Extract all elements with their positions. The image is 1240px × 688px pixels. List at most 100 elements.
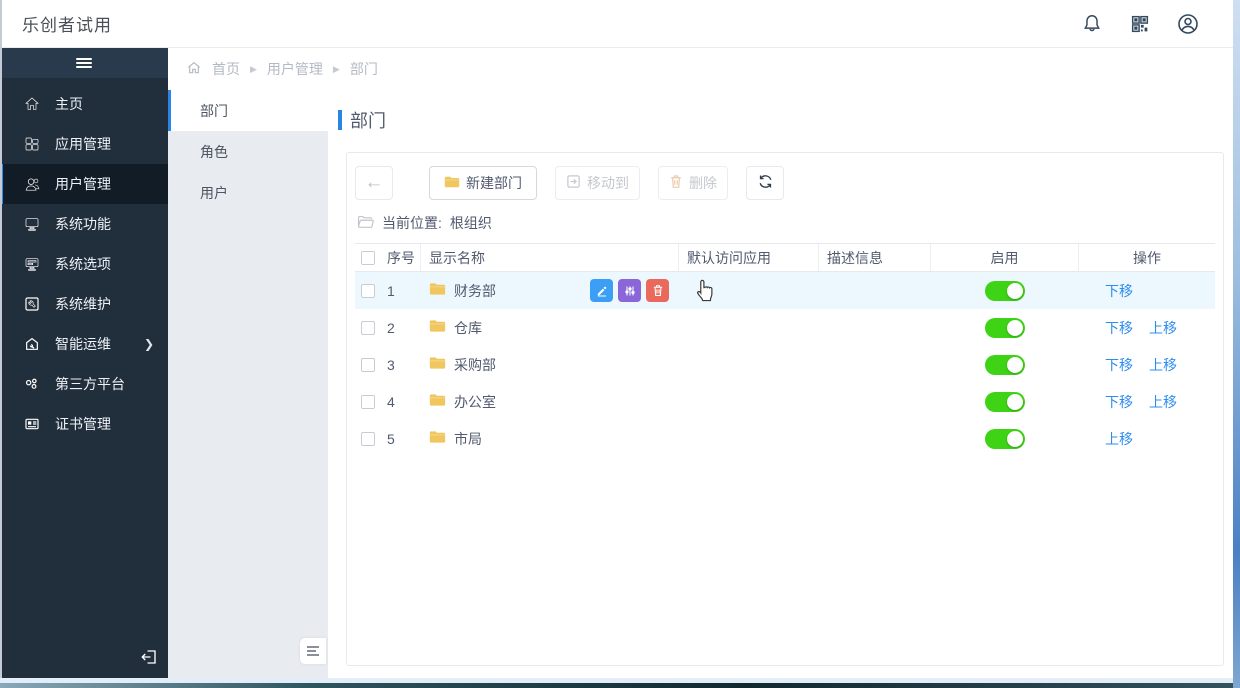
move-up-link[interactable]: 上移 (1149, 355, 1177, 375)
edit-button[interactable] (590, 279, 613, 302)
breadcrumb-home-icon[interactable] (186, 60, 202, 79)
table-row[interactable]: 2 仓库 下移 上移 (355, 309, 1215, 346)
folder-icon (429, 430, 446, 447)
sidebar-item-label: 用户管理 (55, 176, 111, 192)
sidebar-menu: 主页 应用管理 用户管理 系统功能 系统选项 系统维护 智能运维 ❯ 第三方平台… (0, 84, 168, 444)
sidebar-collapse-button[interactable] (0, 48, 168, 78)
sidebar-item-label: 第三方平台 (55, 376, 125, 392)
title-accent-bar (338, 110, 342, 130)
notification-bell-icon[interactable] (1080, 12, 1104, 36)
table-row[interactable]: 4 办公室 下移 上移 (355, 383, 1215, 420)
breadcrumb-separator-icon: ▶ (250, 63, 257, 74)
logout-collapse-icon[interactable] (138, 646, 160, 668)
sidebar-item-label: 系统功能 (55, 216, 111, 232)
breadcrumb-separator-icon: ▶ (332, 63, 340, 74)
row-checkbox[interactable] (361, 394, 375, 409)
sidebar-item-system-options[interactable]: 系统选项 (0, 244, 168, 284)
move-down-link[interactable]: 下移 (1105, 281, 1133, 301)
row-index: 5 (387, 430, 395, 447)
main-content: 部门 ← 新建部门 移动到 删除 当前位置: 根组织 序号 显示名称 默认访问应… (328, 90, 1233, 678)
description-cell (819, 420, 931, 457)
breadcrumb-item-department[interactable]: 部门 (350, 59, 378, 79)
move-to-button[interactable]: 移动到 (555, 166, 640, 200)
col-header-operations: 操作 (1133, 249, 1161, 266)
department-name: 办公室 (454, 393, 496, 410)
apps-icon (23, 135, 41, 153)
breadcrumb-item-user-management[interactable]: 用户管理 (267, 59, 323, 79)
sidebar-item-home[interactable]: 主页 (0, 84, 168, 124)
certificate-icon (23, 415, 41, 433)
enable-toggle[interactable] (985, 391, 1025, 412)
enable-toggle[interactable] (985, 317, 1025, 338)
table-row[interactable]: 3 采购部 下移 上移 (355, 346, 1215, 383)
select-all-checkbox[interactable] (361, 250, 375, 265)
sidebar-item-user-management[interactable]: 用户管理 (0, 164, 168, 204)
sidebar-item-smart-ops[interactable]: 智能运维 ❯ (0, 324, 168, 364)
subsidebar-item-role[interactable]: 角色 (168, 131, 328, 172)
delete-label: 删除 (689, 175, 717, 191)
desktop-edge-right (1233, 0, 1240, 688)
secondary-sidebar: 部门 角色 用户 (168, 90, 328, 678)
subsidebar-item-user[interactable]: 用户 (168, 172, 328, 213)
description-cell (819, 272, 931, 309)
row-checkbox[interactable] (361, 357, 375, 372)
subsidebar-item-label: 角色 (200, 143, 228, 160)
sidebar-item-app-management[interactable]: 应用管理 (0, 124, 168, 164)
top-bar: 乐创者试用 (0, 0, 1240, 48)
trash-icon (669, 174, 683, 192)
back-arrow-icon: ← (364, 172, 384, 193)
enable-toggle[interactable] (985, 428, 1025, 449)
department-panel: ← 新建部门 移动到 删除 当前位置: 根组织 序号 显示名称 默认访问应用 描… (346, 152, 1224, 666)
breadcrumb: 首页 ▶ 用户管理 ▶ 部门 (168, 48, 1233, 90)
description-cell (819, 346, 931, 383)
sidebar-item-third-party[interactable]: 第三方平台 (0, 364, 168, 404)
table-header: 序号 显示名称 默认访问应用 描述信息 启用 操作 (355, 243, 1215, 272)
row-checkbox[interactable] (361, 431, 375, 446)
qr-code-icon[interactable] (1128, 12, 1152, 36)
user-avatar-icon[interactable] (1176, 12, 1200, 36)
page-title: 部门 (338, 107, 386, 133)
move-to-label: 移动到 (587, 175, 629, 191)
home-icon (23, 95, 41, 113)
refresh-button[interactable] (746, 166, 784, 200)
col-header-enabled: 启用 (931, 244, 1079, 271)
enable-toggle[interactable] (985, 280, 1025, 301)
table-row[interactable]: 5 市局 上移 (355, 420, 1215, 457)
move-down-link[interactable]: 下移 (1105, 318, 1133, 338)
move-down-link[interactable]: 下移 (1105, 355, 1133, 375)
subsidebar-item-department[interactable]: 部门 (168, 90, 328, 131)
back-button[interactable]: ← (355, 166, 393, 200)
default-app-cell (679, 346, 819, 383)
sidebar-item-system-functions[interactable]: 系统功能 (0, 204, 168, 244)
configure-button[interactable] (618, 279, 641, 302)
sidebar-item-system-maintenance[interactable]: 系统维护 (0, 284, 168, 324)
move-up-link[interactable]: 上移 (1149, 392, 1177, 412)
row-checkbox[interactable] (361, 283, 375, 298)
table-row[interactable]: 1 财务部 下移 (355, 272, 1215, 309)
hamburger-icon (76, 56, 92, 70)
delete-row-button[interactable] (646, 279, 669, 302)
description-cell (819, 383, 931, 420)
move-down-link[interactable]: 下移 (1105, 392, 1133, 412)
list-icon (307, 644, 319, 658)
default-app-cell (679, 272, 819, 309)
system-functions-icon (23, 215, 41, 233)
move-up-link[interactable]: 上移 (1149, 318, 1177, 338)
row-checkbox[interactable] (361, 320, 375, 335)
location-value: 根组织 (449, 215, 492, 231)
desktop-edge-bottom (0, 678, 1240, 688)
new-department-label: 新建部门 (466, 175, 522, 191)
sidebar-item-label: 证书管理 (55, 416, 111, 432)
sidebar-item-label: 系统选项 (55, 256, 111, 272)
breadcrumb-item-home[interactable]: 首页 (212, 59, 240, 79)
move-up-link[interactable]: 上移 (1105, 429, 1133, 449)
chevron-right-icon: ❯ (143, 337, 154, 351)
folder-open-icon (357, 214, 374, 232)
enable-toggle[interactable] (985, 354, 1025, 375)
subsidebar-collapse-button[interactable] (300, 638, 326, 664)
new-department-button[interactable]: 新建部门 (429, 166, 537, 200)
desktop-edge-left (0, 0, 2, 678)
sidebar-item-certificates[interactable]: 证书管理 (0, 404, 168, 444)
toolbar: ← 新建部门 移动到 删除 (355, 159, 1215, 205)
delete-button[interactable]: 删除 (658, 166, 728, 200)
